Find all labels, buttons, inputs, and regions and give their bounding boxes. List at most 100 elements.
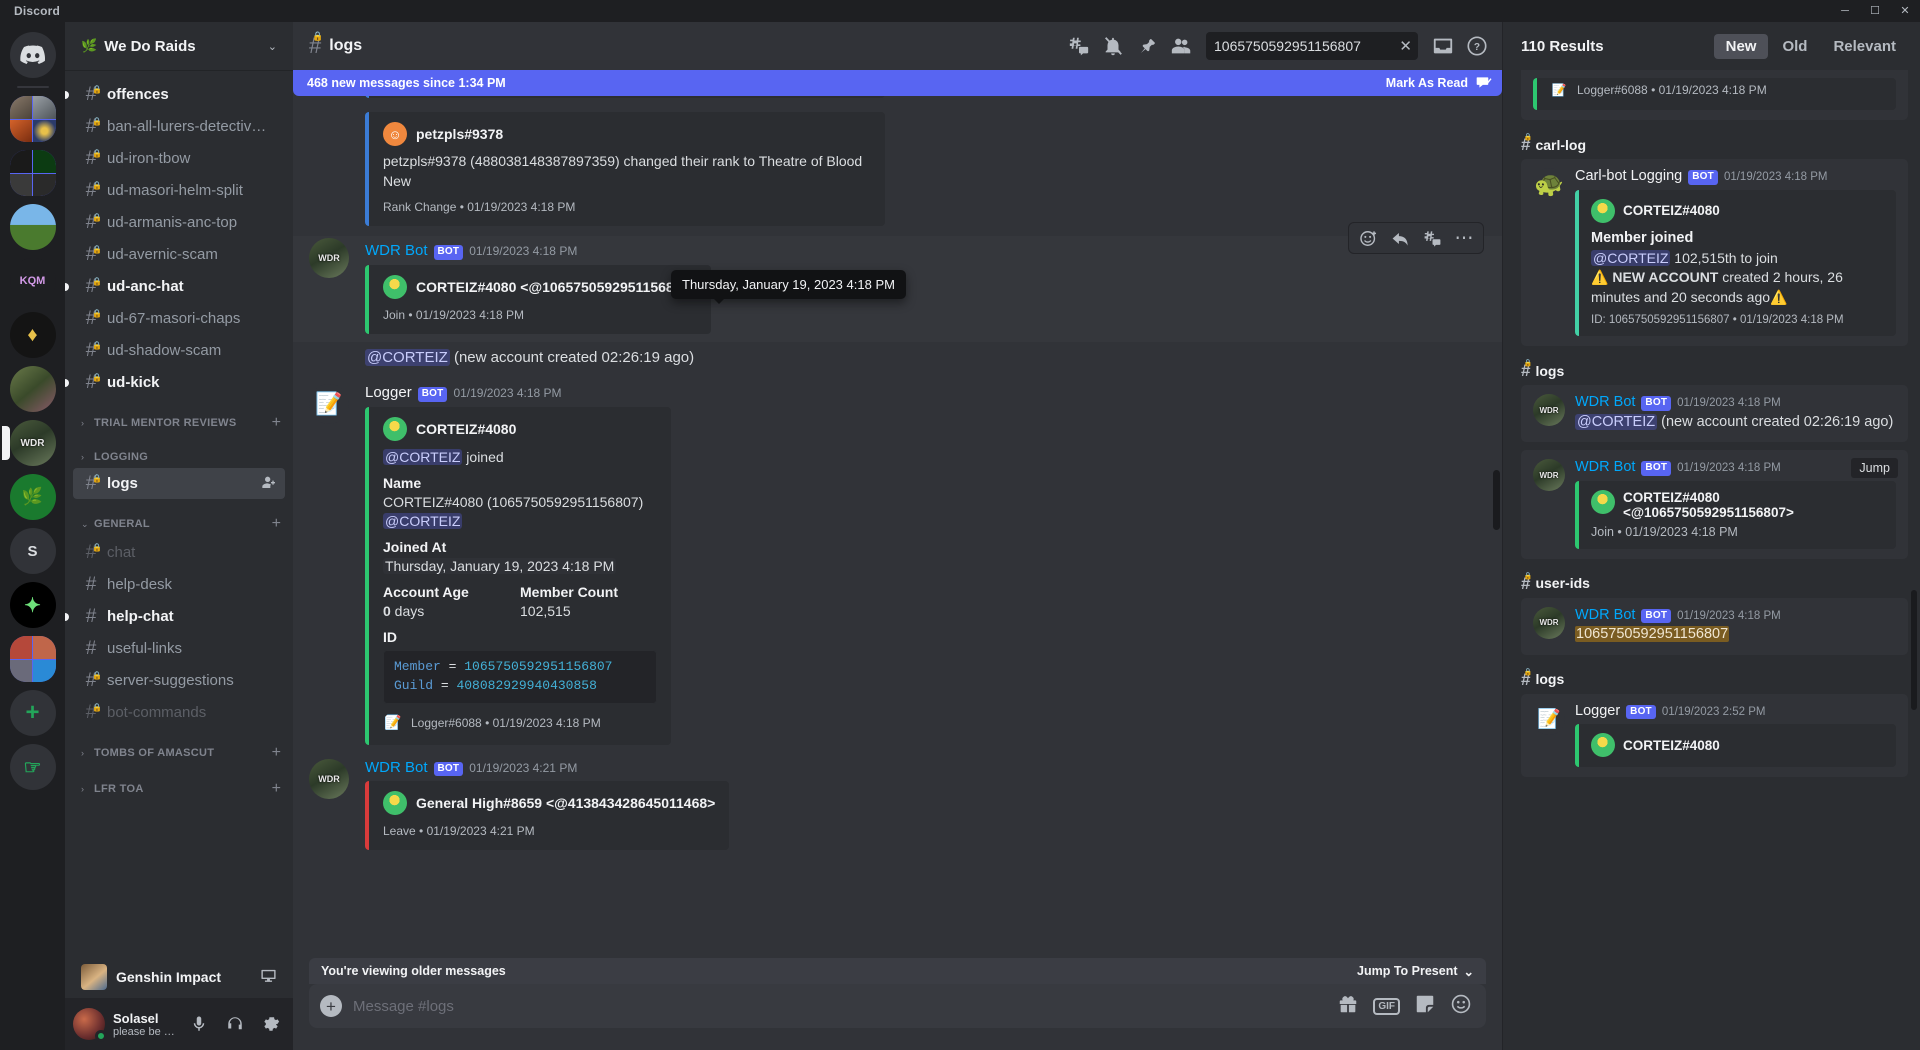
- help-icon[interactable]: ?: [1460, 29, 1494, 63]
- result-channel-user-ids[interactable]: # 🔒 user-ids: [1521, 573, 1908, 592]
- avatar[interactable]: WDR: [309, 758, 349, 799]
- result-card-user-id[interactable]: WDR WDR Bot BOT 01/19/2023 4:18 PM 10657…: [1521, 597, 1908, 655]
- user-mention[interactable]: @CORTEIZ: [383, 513, 463, 530]
- guild-item-1[interactable]: [9, 96, 56, 142]
- guild-avatar[interactable]: [9, 366, 56, 412]
- guild-item-wdr-active[interactable]: WDR: [1, 420, 56, 466]
- user-identity[interactable]: Solasel please be kin…: [113, 1011, 177, 1038]
- deafen-button[interactable]: [221, 1010, 249, 1038]
- user-settings-button[interactable]: [257, 1010, 285, 1038]
- sidebar-item-bot-commands[interactable]: # 🔒 bot-commands: [73, 697, 285, 728]
- create-channel-icon[interactable]: +: [272, 745, 285, 761]
- guild-home[interactable]: [9, 32, 56, 78]
- guild-item-9[interactable]: [9, 636, 56, 682]
- threads-icon[interactable]: [1062, 29, 1096, 63]
- inbox-icon[interactable]: [1426, 29, 1460, 63]
- new-messages-bar[interactable]: 468 new messages since 1:34 PM Mark As R…: [293, 70, 1502, 96]
- sidebar-item-ban-all-lurers-detectiv[interactable]: # 🔒 ban-all-lurers-detectiv…: [73, 111, 285, 142]
- avatar[interactable]: 📝: [309, 384, 349, 425]
- message-author[interactable]: Logger: [365, 384, 412, 401]
- sidebar-item-ud-armanis-anc-top[interactable]: # 🔒 ud-armanis-anc-top: [73, 207, 285, 238]
- more-options-icon[interactable]: ⋯: [1449, 224, 1479, 252]
- tab-new[interactable]: New: [1713, 33, 1769, 59]
- sidebar-item-offences[interactable]: # 🔒 offences: [65, 79, 285, 110]
- sticker-icon[interactable]: [1414, 993, 1436, 1020]
- result-author[interactable]: Carl-bot Logging: [1575, 168, 1682, 184]
- guild-avatar[interactable]: S: [9, 528, 56, 574]
- discord-home-icon[interactable]: [9, 32, 56, 78]
- result-author[interactable]: Logger: [1575, 703, 1620, 719]
- sidebar-item-logs[interactable]: # 🔒 logs: [73, 468, 285, 499]
- category-trial-mentor-reviews[interactable]: › TRIAL MENTOR REVIEWS +: [65, 399, 293, 435]
- plus-icon[interactable]: +: [9, 690, 56, 736]
- guild-item-3[interactable]: [9, 204, 56, 250]
- emoji-icon[interactable]: [1450, 993, 1472, 1020]
- guild-avatar[interactable]: 🌿: [9, 474, 56, 520]
- result-author[interactable]: WDR Bot: [1575, 459, 1635, 475]
- close-button[interactable]: ✕: [1890, 0, 1920, 22]
- result-author[interactable]: WDR Bot: [1575, 394, 1635, 410]
- sidebar-item-useful-links[interactable]: # useful-links: [73, 633, 285, 664]
- guild-item-s[interactable]: S: [9, 528, 56, 574]
- guild-avatar[interactable]: KQM: [9, 258, 56, 304]
- guild-item-7[interactable]: 🌿: [9, 474, 56, 520]
- result-card-partial[interactable]: 📝 Logger#6088 • 01/19/2023 4:18 PM: [1521, 70, 1908, 120]
- message-author[interactable]: WDR Bot: [365, 242, 428, 259]
- guild-avatar[interactable]: ✦: [9, 582, 56, 628]
- viewing-older-bar[interactable]: You're viewing older messages Jump To Pr…: [309, 958, 1486, 984]
- result-card-carl-bot[interactable]: 🐢 Carl-bot Logging BOT 01/19/2023 4:18 P…: [1521, 159, 1908, 347]
- maximize-button[interactable]: ☐: [1860, 0, 1890, 22]
- attach-file-button[interactable]: +: [309, 984, 353, 1028]
- search-input[interactable]: 1065750592951156807 ✕: [1206, 32, 1418, 60]
- result-channel-carl-log[interactable]: # 🔒 carl-log: [1521, 134, 1908, 153]
- message-author[interactable]: WDR Bot: [365, 759, 428, 776]
- guild-item-2[interactable]: [9, 150, 56, 196]
- close-icon[interactable]: ✕: [1395, 37, 1412, 55]
- message-hover-actions[interactable]: ⋯: [1348, 222, 1484, 255]
- category-logging[interactable]: › LOGGING: [65, 435, 293, 467]
- gift-icon[interactable]: [1337, 993, 1359, 1020]
- guild-header[interactable]: 🌿 We Do Raids ⌄: [65, 22, 293, 70]
- jump-to-present-button[interactable]: Jump To Present ⌄: [1357, 964, 1474, 979]
- sidebar-item-ud-iron-tbow[interactable]: # 🔒 ud-iron-tbow: [73, 143, 285, 174]
- guild-item-5[interactable]: ♦: [9, 312, 56, 358]
- result-card-wdr-join[interactable]: Jump WDR WDR Bot BOT 01/19/2023 4:18 PM: [1521, 450, 1908, 559]
- mute-button[interactable]: [185, 1010, 213, 1038]
- message-input[interactable]: Message #logs: [353, 998, 1337, 1015]
- results-scrollbar[interactable]: [1911, 590, 1917, 710]
- add-reaction-icon[interactable]: [1353, 224, 1383, 252]
- guild-avatar[interactable]: ♦: [9, 312, 56, 358]
- avatar[interactable]: WDR: [309, 238, 349, 279]
- jump-button[interactable]: Jump: [1851, 458, 1898, 479]
- launch-game-icon[interactable]: [260, 967, 277, 987]
- category-tombs-of-amascut[interactable]: › TOMBS OF AMASCUT +: [65, 729, 293, 765]
- message-list[interactable]: Rank Change • 01/19/2023 4:18 PM ☺ petzp…: [293, 70, 1502, 958]
- guild-avatar[interactable]: [9, 636, 56, 682]
- sidebar-item-ud-anc-hat[interactable]: # 🔒 ud-anc-hat: [65, 271, 285, 302]
- guild-item-6[interactable]: [9, 366, 56, 412]
- guild-item-4[interactable]: KQM: [9, 258, 56, 304]
- sidebar-item-chat[interactable]: # 🔒 chat: [73, 537, 285, 568]
- create-invite-icon[interactable]: [261, 474, 277, 493]
- guild-avatar[interactable]: [9, 96, 56, 142]
- message-scroll-container[interactable]: Rank Change • 01/19/2023 4:18 PM ☺ petzp…: [293, 70, 1502, 958]
- reply-icon[interactable]: [1385, 224, 1415, 252]
- compass-icon[interactable]: ☞: [9, 744, 56, 790]
- create-channel-icon[interactable]: +: [272, 516, 285, 532]
- guild-avatar-wdr[interactable]: WDR: [9, 420, 56, 466]
- category-general[interactable]: ⌄ GENERAL +: [65, 500, 293, 536]
- gif-button[interactable]: GIF: [1373, 997, 1400, 1015]
- sidebar-item-ud-avernic-scam[interactable]: # 🔒 ud-avernic-scam: [73, 239, 285, 270]
- sidebar-item-server-suggestions[interactable]: # 🔒 server-suggestions: [73, 665, 285, 696]
- search-results-list[interactable]: 📝 Logger#6088 • 01/19/2023 4:18 PM # 🔒 ca…: [1503, 70, 1920, 1050]
- user-mention[interactable]: @CORTEIZ: [365, 348, 450, 366]
- thread-icon[interactable]: [1417, 224, 1447, 252]
- category-lfr-toa[interactable]: › LFR TOA +: [65, 765, 293, 801]
- activity-panel[interactable]: Genshin Impact: [73, 956, 285, 998]
- explore-servers-button[interactable]: ☞: [9, 744, 56, 790]
- channel-list[interactable]: # 🔒 offences # 🔒 ban-all-lurers-detectiv… # 🔒 ud…: [65, 70, 293, 956]
- members-icon[interactable]: [1164, 29, 1198, 63]
- result-channel-logs-1[interactable]: # 🔒 logs: [1521, 360, 1908, 379]
- sidebar-item-ud-masori-helm-split[interactable]: # 🔒 ud-masori-helm-split: [73, 175, 285, 206]
- sidebar-item-help-desk[interactable]: # help-desk: [73, 569, 285, 600]
